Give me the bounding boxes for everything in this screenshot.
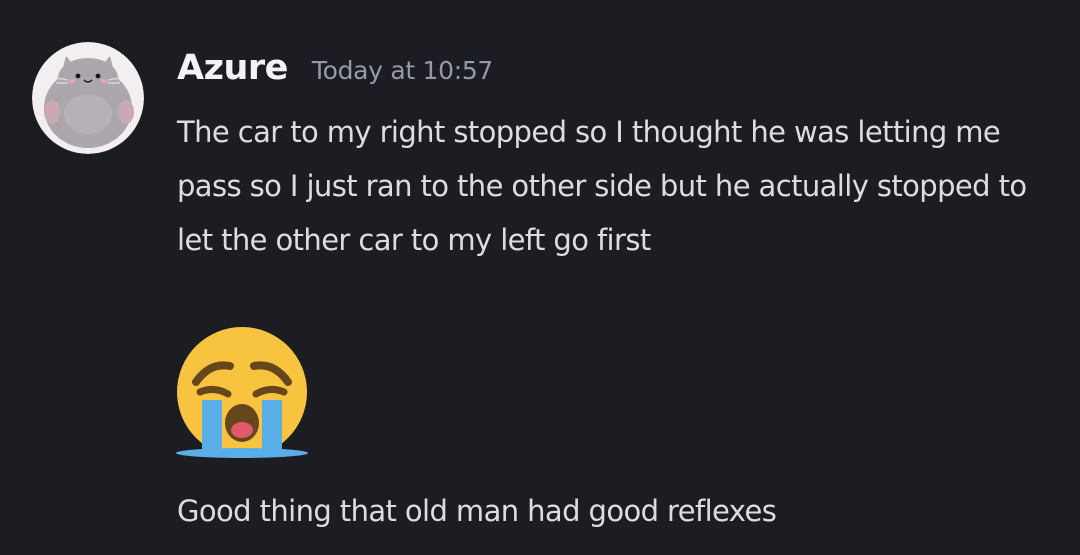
message-content: The car to my right stopped so I thought…	[177, 105, 1037, 267]
chat-message: Azure Today at 10:57 The car to my right…	[0, 0, 1080, 555]
emoji[interactable]	[174, 326, 310, 460]
message-text: The car to my right stopped so I thought…	[177, 115, 1027, 257]
loudly-crying-face-icon	[176, 327, 308, 458]
message-header: Azure Today at 10:57	[177, 48, 493, 104]
message-timestamp[interactable]: Today at 10:57	[312, 56, 493, 85]
cat-avatar-icon	[32, 42, 144, 154]
avatar[interactable]	[32, 42, 144, 154]
followup-message-text: Good thing that old man had good reflexe…	[177, 494, 777, 528]
author-username[interactable]: Azure	[177, 48, 288, 88]
